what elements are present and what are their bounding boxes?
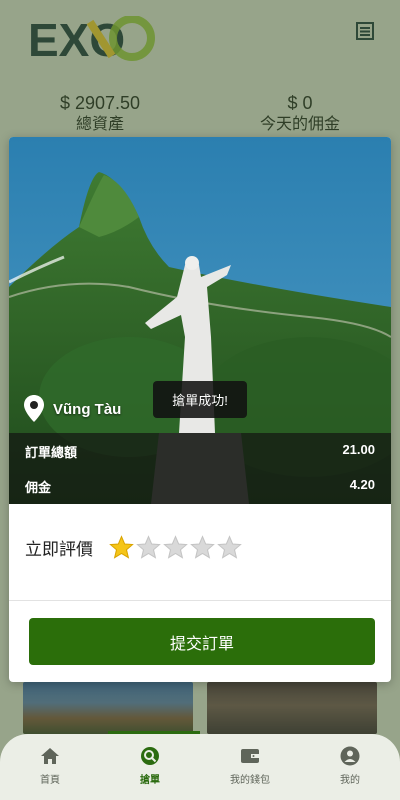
commission-label: 佣金 — [25, 480, 52, 495]
star-icon[interactable] — [217, 535, 242, 560]
commission-row: 佣金 4.20 — [25, 477, 375, 496]
submit-order-button[interactable]: 提交訂單 — [29, 618, 375, 665]
search-order-icon — [141, 747, 159, 765]
commission-value: 4.20 — [349, 477, 375, 492]
success-toast: 搶單成功! — [153, 381, 247, 418]
star-icon[interactable] — [163, 535, 188, 560]
rating-section: 立即評價 — [25, 535, 242, 560]
nav-label-wallet: 我的錢包 — [230, 775, 270, 786]
order-total-value: 21.00 — [342, 442, 375, 457]
home-icon — [41, 748, 59, 764]
nav-item-grab-order[interactable]: 搶單 — [100, 734, 200, 800]
star-rating[interactable] — [109, 535, 242, 560]
rate-label: 立即評價 — [25, 540, 93, 559]
bottom-nav: 首頁 搶單 我的錢包 我的 — [0, 734, 400, 800]
star-icon[interactable] — [109, 535, 134, 560]
nav-item-wallet[interactable]: 我的錢包 — [200, 734, 300, 800]
nav-item-profile[interactable]: 我的 — [300, 734, 400, 800]
order-modal: Vũng Tàu 搶單成功! 訂單總額 21.00 佣金 4.20 立即評價 提… — [9, 137, 391, 682]
divider — [9, 600, 391, 601]
nav-label-profile: 我的 — [340, 775, 360, 786]
wallet-icon — [241, 749, 259, 763]
order-total-label: 訂單總額 — [25, 445, 78, 460]
star-icon[interactable] — [136, 535, 161, 560]
location-pin-icon — [24, 395, 44, 422]
nav-label-home: 首頁 — [40, 775, 60, 786]
user-icon — [340, 746, 360, 766]
star-icon[interactable] — [190, 535, 215, 560]
nav-item-home[interactable]: 首頁 — [0, 734, 100, 800]
location-label: Vũng Tàu — [23, 394, 121, 424]
order-summary: 訂單總額 21.00 佣金 4.20 — [9, 433, 391, 504]
location-name: Vũng Tàu — [53, 400, 122, 418]
order-total-row: 訂單總額 21.00 — [25, 442, 375, 461]
nav-label-grab-order: 搶單 — [140, 775, 160, 786]
